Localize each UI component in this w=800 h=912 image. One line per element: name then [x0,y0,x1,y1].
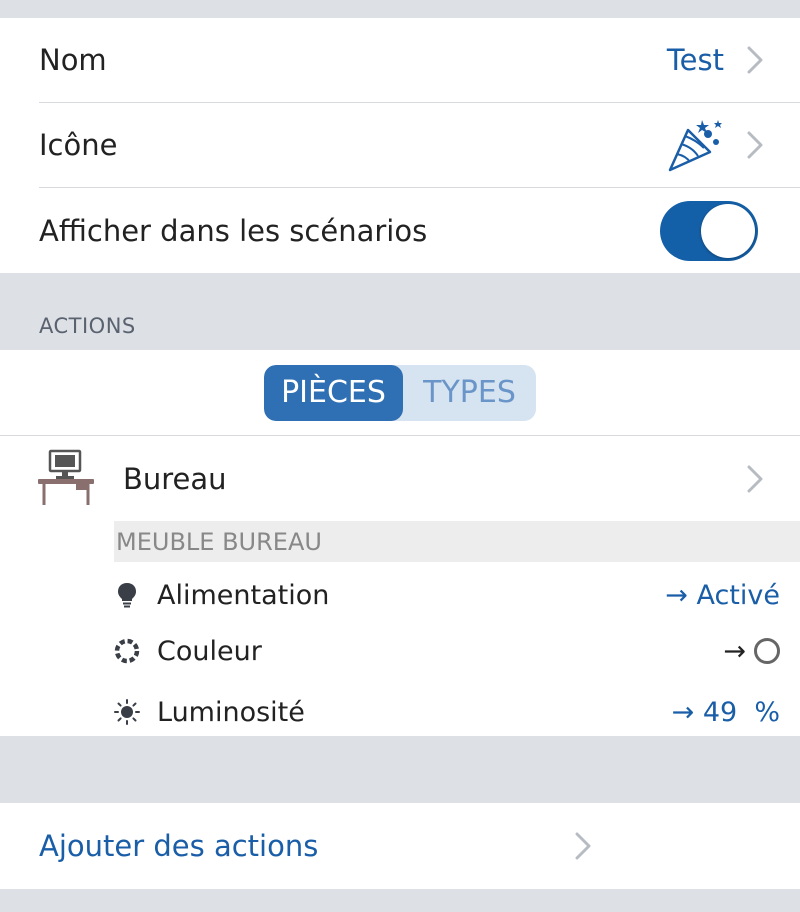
add-actions-row[interactable]: Ajouter des actions [0,803,800,889]
color-wheel-icon [114,638,140,664]
icon-row[interactable]: Icône [39,103,800,188]
desk-icon [36,449,96,509]
action-value: → Activé [665,579,780,611]
action-label: Luminosité [157,696,305,728]
chevron-right-icon [746,464,764,494]
show-in-scenarios-row: Afficher dans les scénarios [39,188,800,273]
add-actions-label: Ajouter des actions [39,829,319,863]
chevron-right-icon [746,130,764,160]
action-row-power[interactable]: Alimentation → Activé [114,567,800,623]
room-section: Bureau MEUBLE BUREAU Alimentation → Acti… [0,436,800,736]
show-in-scenarios-label: Afficher dans les scénarios [39,213,428,248]
chevron-right-icon [402,831,765,861]
action-value-text: → [723,635,746,667]
bulb-icon [114,582,140,608]
toggle-knob [701,203,755,258]
segment-rooms[interactable]: PIÈCES [264,364,403,421]
action-value: → [723,636,780,667]
party-popper-icon [666,116,724,174]
settings-card: Nom Test Icône Afficher dans les scénari… [0,18,800,273]
segment-types[interactable]: TYPES [403,365,536,421]
device-name: MEUBLE BUREAU [116,527,322,556]
name-value: Test [666,43,724,77]
action-row-brightness[interactable]: Luminosité → 49 % [114,684,800,740]
action-value: → 49 % [671,696,780,728]
segmented-control: PIÈCES TYPES [264,364,536,421]
actions-section-header: ACTIONS [0,273,800,350]
top-band [0,0,800,18]
room-row[interactable]: Bureau [0,436,800,521]
bottom-band [0,889,800,911]
action-label: Couleur [157,635,262,667]
sun-icon [114,699,140,725]
name-row[interactable]: Nom Test [39,18,800,103]
segment-bar: PIÈCES TYPES [0,350,800,436]
color-swatch [754,638,780,664]
action-row-color[interactable]: Couleur → [114,623,800,679]
name-label: Nom [39,43,107,77]
show-in-scenarios-toggle[interactable] [660,200,758,261]
actions-header-label: ACTIONS [39,314,136,338]
action-label: Alimentation [157,579,330,611]
icon-label: Icône [39,128,118,162]
section-gap [0,736,800,803]
device-header: MEUBLE BUREAU [114,521,800,562]
chevron-right-icon [746,45,764,75]
room-name: Bureau [123,461,227,496]
